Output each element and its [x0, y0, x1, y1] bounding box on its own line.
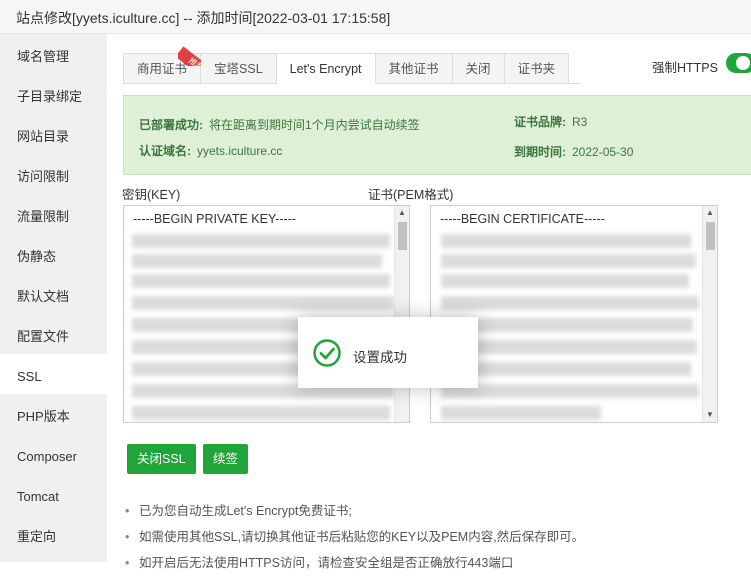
force-https-label: 强制HTTPS [652, 61, 718, 75]
sidebar: 域名管理 子目录绑定 网站目录 访问限制 流量限制 伪静态 默认文档 配置文件 … [0, 34, 107, 562]
tips-list: 已为您自动生成Let's Encrypt免费证书; 如需使用其他SSL,请切换其… [123, 501, 743, 579]
sidebar-item-ssl[interactable]: SSL [0, 354, 107, 394]
main-panel: 商用证书 推荐 宝塔SSL Let's Encrypt 其他证书 关闭 证书夹 … [107, 34, 751, 573]
domain-value: yyets.iculture.cc [197, 144, 283, 158]
force-https-toggle[interactable] [726, 53, 751, 73]
scroll-thumb[interactable] [398, 222, 407, 250]
scroll-up-icon: ▲ [398, 208, 406, 217]
sidebar-item-access[interactable]: 访问限制 [0, 154, 107, 194]
tip-item: 如需使用其他SSL,请切换其他证书后粘贴您的KEY以及PEM内容,然后保存即可。 [123, 527, 743, 553]
success-toast: 设置成功 [298, 317, 478, 388]
tab-cert-folder[interactable]: 证书夹 [504, 53, 570, 84]
tab-commercial-cert[interactable]: 商用证书 推荐 [123, 46, 211, 84]
key-label: 密钥(KEY) [122, 188, 181, 202]
cert-scrollbar[interactable]: ▲ ▼ [702, 206, 717, 422]
tab-lets-encrypt[interactable]: Let's Encrypt [276, 53, 376, 84]
renew-button[interactable]: 续签 [203, 444, 249, 474]
scroll-thumb[interactable] [706, 222, 715, 250]
sidebar-item-tomcat[interactable]: Tomcat [0, 474, 107, 514]
brand-label: 证书品牌: [514, 115, 566, 129]
key-first-line: -----BEGIN PRIVATE KEY----- [133, 212, 296, 226]
cert-textarea[interactable]: -----BEGIN CERTIFICATE----- ▲ ▼ [430, 205, 718, 423]
domain-label: 认证域名: [139, 144, 191, 158]
scroll-up-icon: ▲ [706, 208, 714, 217]
cert-first-line: -----BEGIN CERTIFICATE----- [440, 212, 605, 226]
sidebar-item-subdir[interactable]: 子目录绑定 [0, 74, 107, 114]
window-title: 站点修改[yyets.iculture.cc] -- 添加时间[2022-03-… [0, 0, 751, 34]
sidebar-item-default-doc[interactable]: 默认文档 [0, 274, 107, 314]
sidebar-item-php[interactable]: PHP版本 [0, 394, 107, 434]
sidebar-item-traffic[interactable]: 流量限制 [0, 194, 107, 234]
success-check-icon [313, 339, 341, 367]
key-scrollbar[interactable]: ▲ [394, 206, 409, 422]
tab-close[interactable]: 关闭 [452, 53, 505, 84]
key-textarea[interactable]: -----BEGIN PRIVATE KEY----- ▲ [123, 205, 410, 423]
sidebar-item-composer[interactable]: Composer [0, 434, 107, 474]
sidebar-item-redirect[interactable]: 重定向 [0, 514, 107, 554]
sidebar-item-webroot[interactable]: 网站目录 [0, 114, 107, 154]
scroll-down-icon: ▼ [706, 410, 714, 419]
expiry-value: 2022-05-30 [572, 145, 634, 159]
cert-status-box: 已部署成功: 将在距离到期时间1个月内尝试自动续签 认证域名: yyets.icul… [123, 95, 751, 175]
expiry-label: 到期时间: [514, 145, 566, 159]
toast-message: 设置成功 [353, 350, 407, 365]
cert-label: 证书(PEM格式) [368, 188, 454, 202]
sidebar-item-domain[interactable]: 域名管理 [0, 34, 107, 74]
sidebar-item-rewrite[interactable]: 伪静态 [0, 234, 107, 274]
deployed-label: 已部署成功: [139, 118, 203, 132]
tab-bt-ssl[interactable]: 宝塔SSL [201, 53, 277, 84]
close-ssl-button[interactable]: 关闭SSL [127, 444, 196, 474]
sidebar-item-config[interactable]: 配置文件 [0, 314, 107, 354]
tip-item: 已为您自动生成Let's Encrypt免费证书; [123, 501, 743, 527]
brand-value: R3 [572, 115, 588, 129]
tab-other-cert[interactable]: 其他证书 [375, 53, 453, 84]
deployed-text: 将在距离到期时间1个月内尝试自动续签 [209, 118, 420, 132]
ssl-tabs: 商用证书 推荐 宝塔SSL Let's Encrypt 其他证书 关闭 证书夹 [123, 46, 570, 84]
tip-item: 如开启后无法使用HTTPS访问，请检查安全组是否正确放行443端口 [123, 553, 743, 579]
